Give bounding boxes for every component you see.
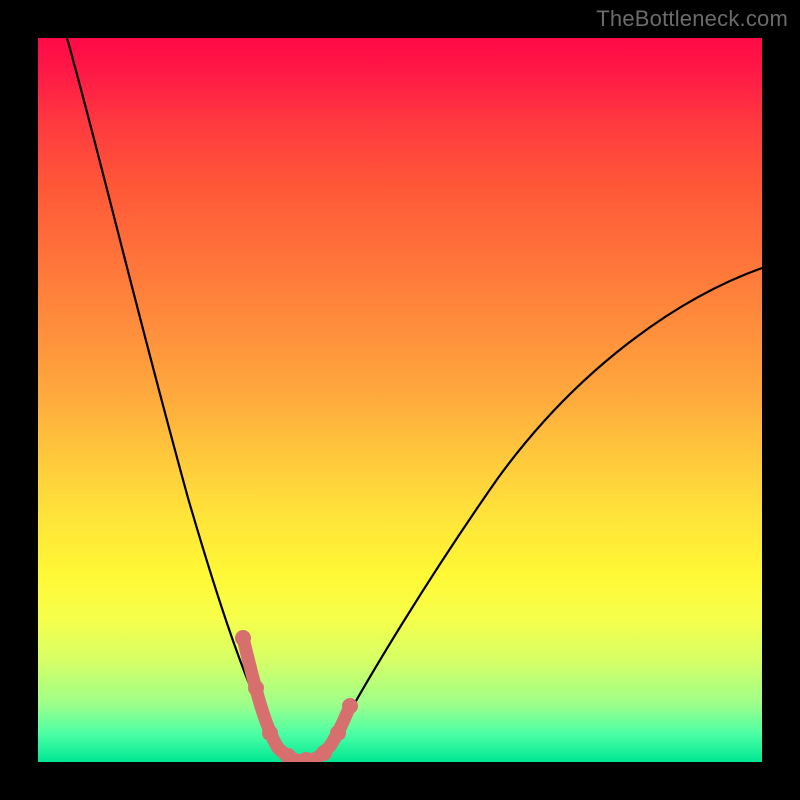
highlight-dot [248, 680, 264, 696]
highlight-dot [262, 725, 278, 741]
watermark-text: TheBottleneck.com [596, 6, 788, 32]
highlight-dot [342, 698, 358, 714]
highlight-dot [316, 745, 332, 761]
curve-svg [38, 38, 762, 762]
highlight-segment [243, 638, 350, 761]
highlight-dot [235, 630, 251, 646]
highlight-dot [330, 725, 346, 741]
main-curve [67, 38, 762, 760]
plot-area [38, 38, 762, 762]
outer-frame: TheBottleneck.com [0, 0, 800, 800]
